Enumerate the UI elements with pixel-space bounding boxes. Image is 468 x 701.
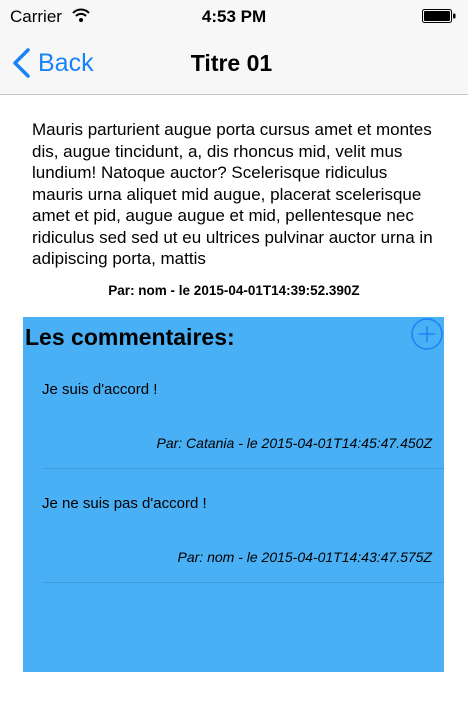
comment-item[interactable]: Je suis d'accord ! Par: Catania - le 201… <box>23 361 444 475</box>
post-author-date: Par: nom - le 2015-04-01T14:39:52.390Z <box>108 283 360 298</box>
add-comment-button[interactable] <box>410 317 444 351</box>
comments-title: Les commentaires: <box>25 324 235 350</box>
comment-text: Je suis d'accord ! <box>42 381 158 398</box>
status-bar: Carrier 4:53 PM <box>0 0 468 34</box>
status-time: 4:53 PM <box>201 7 267 26</box>
content-area[interactable]: Mauris parturient augue porta cursus ame… <box>0 95 468 701</box>
comment-item[interactable]: Je ne suis pas d'accord ! Par: nom - le … <box>23 475 444 589</box>
comment-author-date: Par: Catania - le 2015-04-01T14:45:47.45… <box>156 435 432 451</box>
comment-author-date: Par: nom - le 2015-04-01T14:43:47.575Z <box>177 549 433 565</box>
divider <box>43 582 444 583</box>
comments-panel[interactable]: Les commentaires: Je suis d'accord ! Par… <box>23 317 444 672</box>
comment-text: Je ne suis pas d'accord ! <box>42 495 207 512</box>
navigation-bar: Back Titre 01 <box>0 34 468 95</box>
battery-icon <box>422 9 456 23</box>
post-body: Mauris parturient augue porta cursus ame… <box>32 120 433 268</box>
page-title: Titre 01 <box>190 50 273 76</box>
divider <box>43 468 444 469</box>
